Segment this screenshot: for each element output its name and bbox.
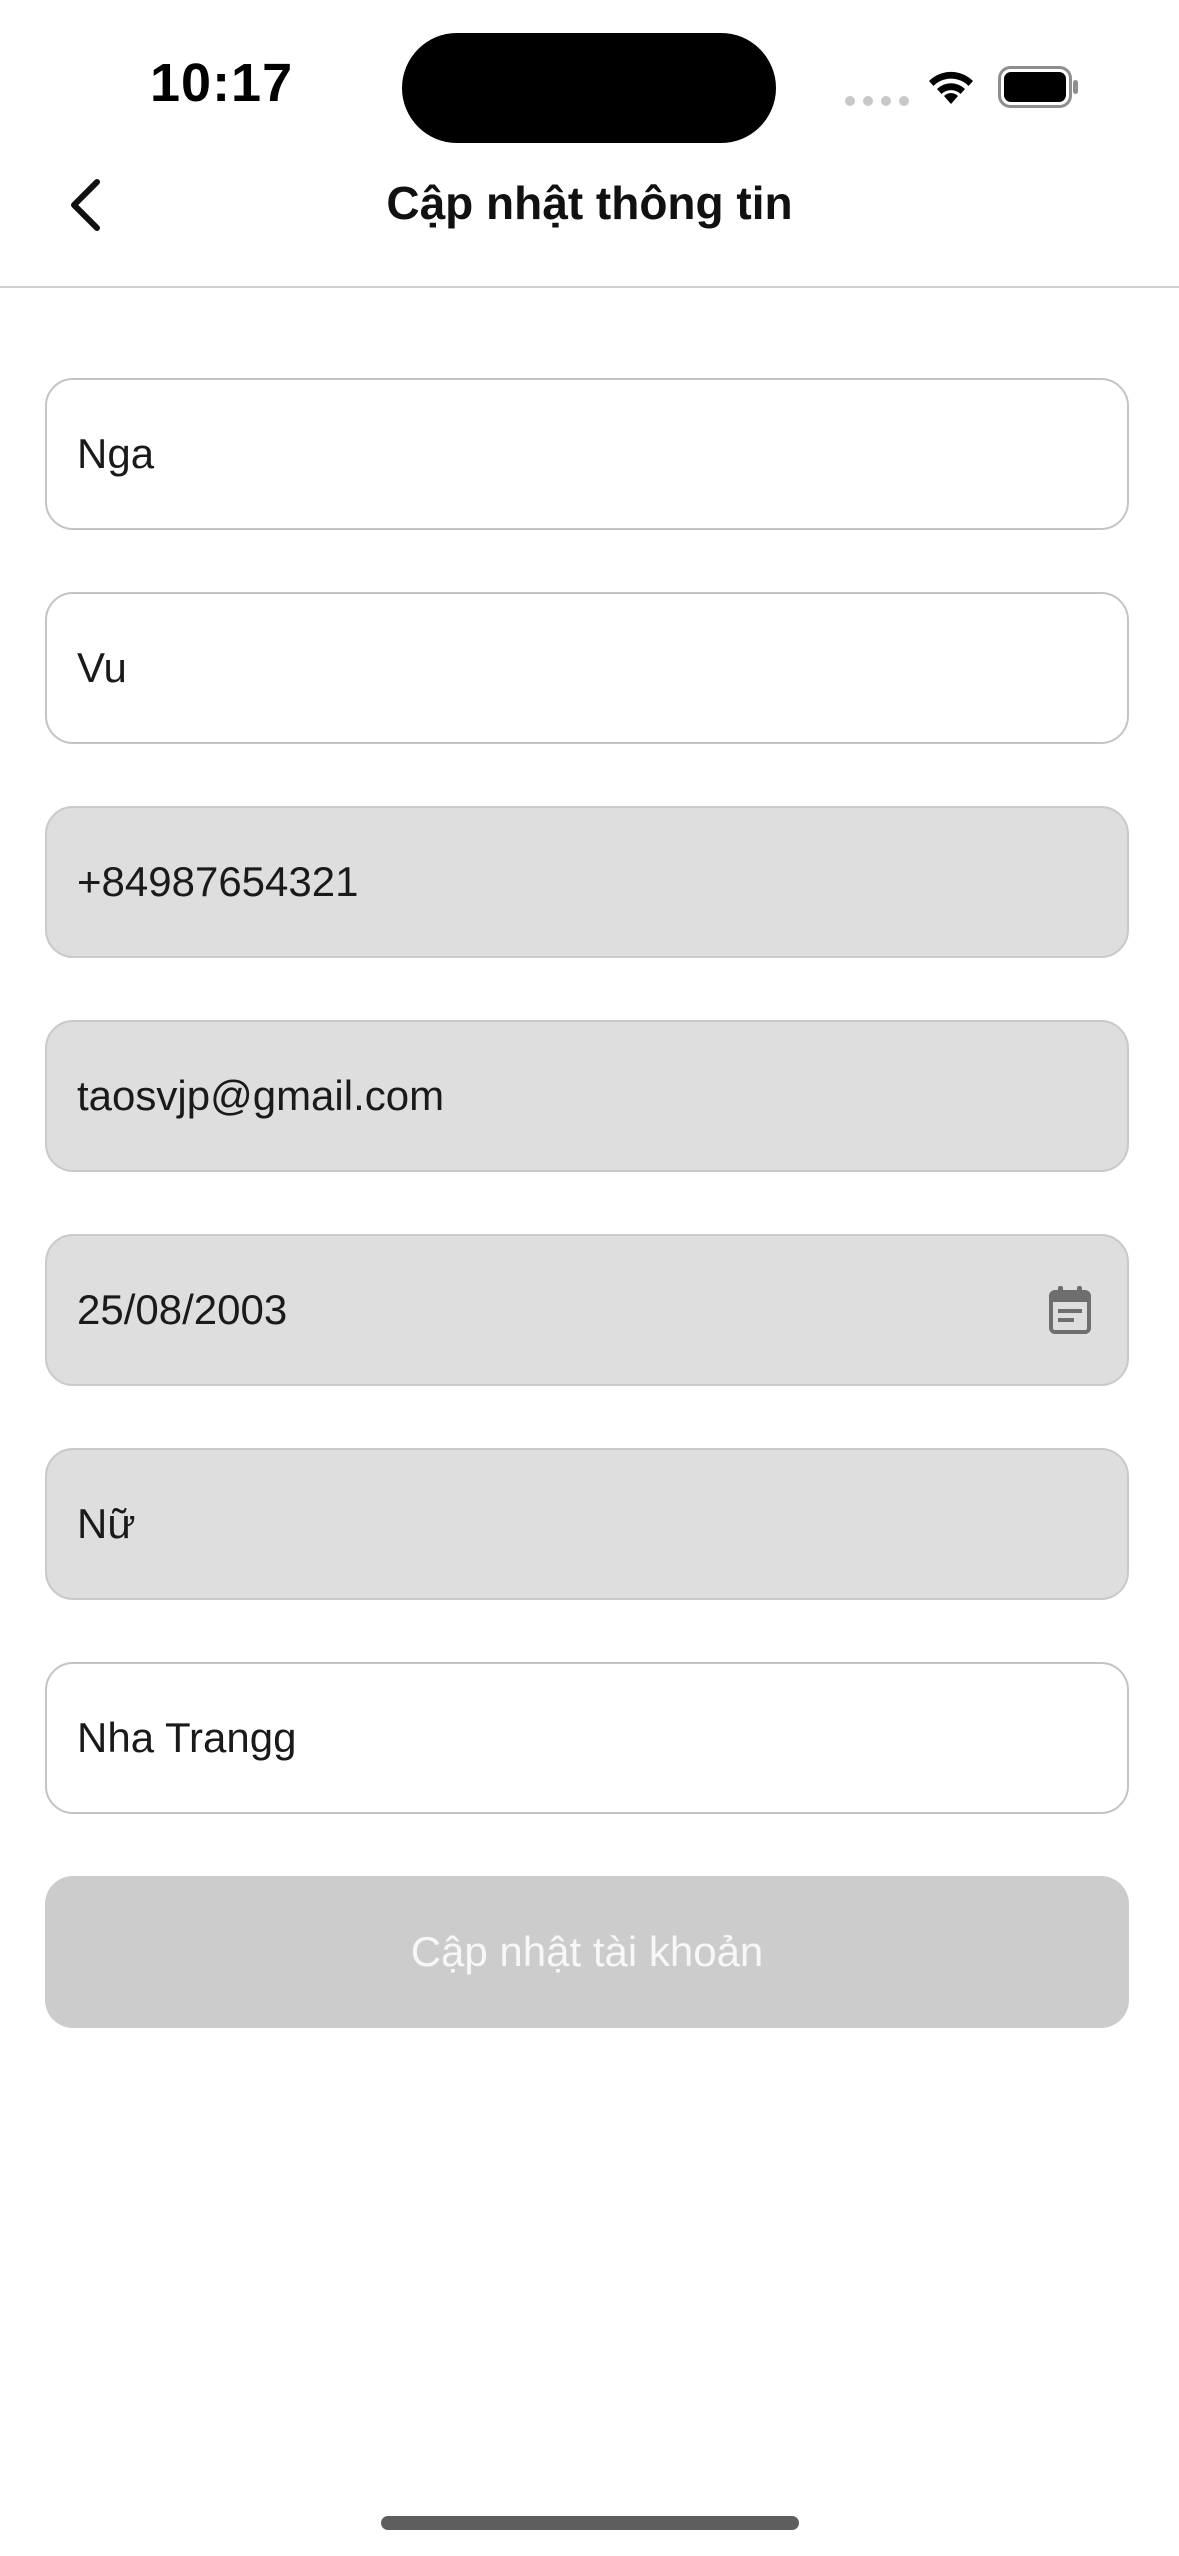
birth-date-value: 25/08/2003 — [77, 1286, 288, 1333]
status-time: 10:17 — [150, 53, 294, 113]
phone-field: +84987654321 — [45, 806, 1129, 958]
page-title: Cập nhật thông tin — [386, 177, 793, 229]
address-field[interactable]: Nha Trangg — [45, 1662, 1129, 1814]
calendar-icon[interactable] — [1047, 1284, 1093, 1336]
email-field: taosvjp@gmail.com — [45, 1020, 1129, 1172]
update-profile-form: Nga Vu +84987654321 taosvjp@gmail.com 25… — [45, 378, 1129, 2028]
last-name-field[interactable]: Vu — [45, 592, 1129, 744]
battery-icon — [998, 66, 1078, 108]
home-indicator — [381, 2516, 799, 2530]
navigation-bar: Cập nhật thông tin — [0, 150, 1179, 288]
birth-date-field[interactable]: 25/08/2003 — [45, 1234, 1129, 1386]
wifi-icon — [929, 71, 973, 104]
first-name-field[interactable]: Nga — [45, 378, 1129, 530]
update-account-button[interactable]: Cập nhật tài khoản — [45, 1876, 1129, 2028]
cellular-signal-icon — [845, 96, 909, 106]
status-bar: 10:17 — [0, 0, 1179, 150]
gender-field[interactable]: Nữ — [45, 1448, 1129, 1600]
dynamic-island — [402, 33, 776, 143]
